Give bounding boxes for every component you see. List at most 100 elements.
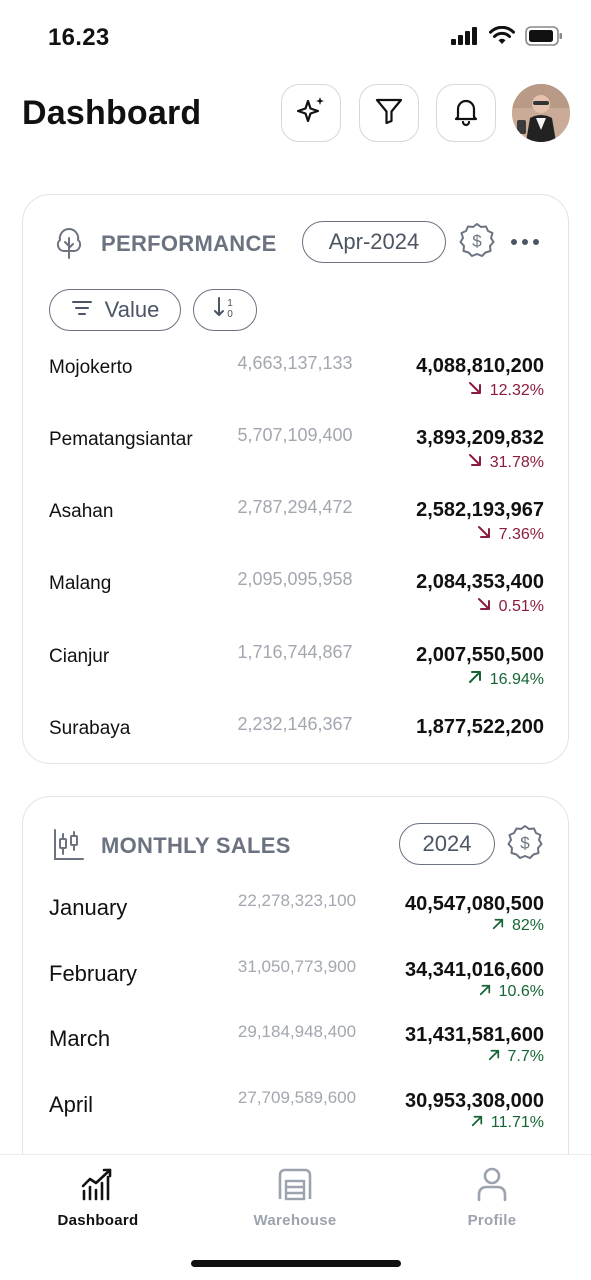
performance-card: PERFORMANCE Apr-2024 $ Value 1 0 Mojoker… <box>22 194 569 764</box>
tree-icon <box>51 225 87 261</box>
list-item[interactable]: Surabaya 2,232,146,367 1,877,522,200 <box>23 714 568 763</box>
signal-icon <box>451 27 479 50</box>
row-name: Surabaya <box>49 718 131 739</box>
row-previous-value: 27,709,589,600 <box>237 1088 357 1107</box>
row-change-value: 16.94% <box>489 670 544 688</box>
row-previous-value: 1,716,744,867 <box>237 642 353 662</box>
filter-icon <box>373 95 405 132</box>
ai-insights-button[interactable] <box>281 84 341 142</box>
arrow-up-right-icon <box>471 1114 483 1132</box>
home-indicator[interactable] <box>191 1260 401 1267</box>
monthly-sales-title: MONTHLY SALES <box>101 833 291 858</box>
row-change: 7.36% <box>477 525 544 544</box>
list-item[interactable]: January 22,278,323,100 40,547,080,500 82… <box>23 891 568 961</box>
row-name: Mojokerto <box>49 357 133 378</box>
currency-toggle-button[interactable]: $ <box>505 824 545 864</box>
row-previous-value: 22,278,323,100 <box>237 891 357 910</box>
app-header: Dashboard <box>0 82 591 144</box>
row-previous-value: 29,184,948,400 <box>237 1022 357 1041</box>
currency-badge-icon: $ <box>507 824 543 865</box>
row-current-value: 31,431,581,600 <box>404 1024 544 1046</box>
list-item[interactable]: Malang 2,095,095,958 2,084,353,400 0.51% <box>23 569 568 639</box>
period-selector[interactable]: Apr-2024 <box>302 221 446 263</box>
chart-trend-icon <box>80 1167 116 1206</box>
page-title: Dashboard <box>22 94 202 132</box>
svg-text:$: $ <box>520 833 530 852</box>
row-current-value: 2,582,193,967 <box>416 499 544 521</box>
value-filter-label: Value <box>104 297 160 322</box>
row-name: Malang <box>49 573 112 594</box>
sort-icon: 1 0 <box>212 295 238 325</box>
arrow-up-right-icon <box>488 1048 500 1066</box>
row-change-value: 11.71% <box>490 1114 544 1131</box>
notifications-button[interactable] <box>436 84 496 142</box>
svg-text:0: 0 <box>227 309 233 319</box>
currency-toggle-button[interactable]: $ <box>457 222 497 262</box>
row-name: January <box>49 895 128 920</box>
row-change: 31.78% <box>468 453 544 472</box>
row-change-value: 10.6% <box>498 983 544 1000</box>
arrow-up-right-icon <box>479 983 491 1001</box>
sparkle-icon <box>294 94 328 133</box>
row-change: 82% <box>492 917 544 935</box>
row-previous-value: 4,663,137,133 <box>237 353 353 373</box>
row-current-value: 40,547,080,500 <box>404 893 544 915</box>
list-item[interactable]: April 27,709,589,600 30,953,308,000 11.7… <box>23 1088 568 1158</box>
list-item[interactable]: Pematangsiantar 5,707,109,400 3,893,209,… <box>23 425 568 495</box>
nav-dashboard[interactable]: Dashboard <box>28 1167 168 1229</box>
row-previous-value: 31,050,773,900 <box>237 957 357 976</box>
row-previous-value: 2,095,095,958 <box>237 569 353 589</box>
svg-text:$: $ <box>472 231 482 250</box>
row-change: 16.94% <box>468 670 544 689</box>
row-previous-value: 2,232,146,367 <box>237 714 353 734</box>
bell-icon <box>450 95 482 132</box>
sort-button[interactable]: 1 0 <box>193 289 257 331</box>
row-change-value: 12.32% <box>489 381 544 399</box>
user-icon <box>474 1167 510 1206</box>
arrow-down-right-icon <box>477 597 491 616</box>
list-item[interactable]: March 29,184,948,400 31,431,581,600 7.7% <box>23 1022 568 1092</box>
svg-text:1: 1 <box>227 298 233 309</box>
row-previous-value: 2,787,294,472 <box>237 497 353 517</box>
row-name: Cianjur <box>49 646 110 667</box>
status-time: 16.23 <box>48 24 110 51</box>
candlestick-chart-icon <box>51 827 87 863</box>
year-selector[interactable]: 2024 <box>399 823 495 865</box>
row-current-value: 2,007,550,500 <box>416 644 544 666</box>
row-name: March <box>49 1026 111 1051</box>
currency-badge-icon: $ <box>459 222 495 263</box>
row-current-value: 4,088,810,200 <box>416 355 544 377</box>
status-icons <box>451 25 563 51</box>
arrow-up-right-icon <box>468 670 482 689</box>
row-change: 12.32% <box>468 381 544 400</box>
user-avatar[interactable] <box>512 84 570 142</box>
row-name: Pematangsiantar <box>49 429 193 450</box>
nav-warehouse[interactable]: Warehouse <box>225 1167 365 1229</box>
wifi-icon <box>489 25 515 51</box>
row-change-value: 7.36% <box>498 525 544 543</box>
filter-button[interactable] <box>359 84 419 142</box>
nav-profile-label: Profile <box>467 1212 517 1229</box>
monthly-sales-card: MONTHLY SALES 2024 $ January 22,278,323,… <box>22 796 569 1216</box>
row-current-value: 30,953,308,000 <box>404 1090 544 1112</box>
row-current-value: 3,893,209,832 <box>416 427 544 449</box>
filter-lines-icon <box>71 297 93 323</box>
row-name: February <box>49 961 138 986</box>
list-item[interactable]: Mojokerto 4,663,137,133 4,088,810,200 12… <box>23 353 568 423</box>
row-current-value: 1,877,522,200 <box>416 716 544 738</box>
row-change-value: 0.51% <box>498 597 544 615</box>
list-item[interactable]: Cianjur 1,716,744,867 2,007,550,500 16.9… <box>23 642 568 712</box>
row-previous-value: 5,707,109,400 <box>237 425 353 445</box>
value-filter-chip[interactable]: Value <box>49 289 181 331</box>
nav-warehouse-label: Warehouse <box>253 1212 337 1229</box>
more-horizontal-icon <box>509 234 541 252</box>
arrow-down-right-icon <box>468 453 482 472</box>
nav-profile[interactable]: Profile <box>422 1167 562 1229</box>
list-item[interactable]: Asahan 2,787,294,472 2,582,193,967 7.36% <box>23 497 568 567</box>
arrow-up-right-icon <box>492 917 504 935</box>
warehouse-icon <box>277 1167 313 1206</box>
performance-title: PERFORMANCE <box>101 231 277 256</box>
status-bar: 16.23 <box>0 0 591 70</box>
list-item[interactable]: February 31,050,773,900 34,341,016,600 1… <box>23 957 568 1027</box>
more-options-button[interactable] <box>507 225 543 261</box>
